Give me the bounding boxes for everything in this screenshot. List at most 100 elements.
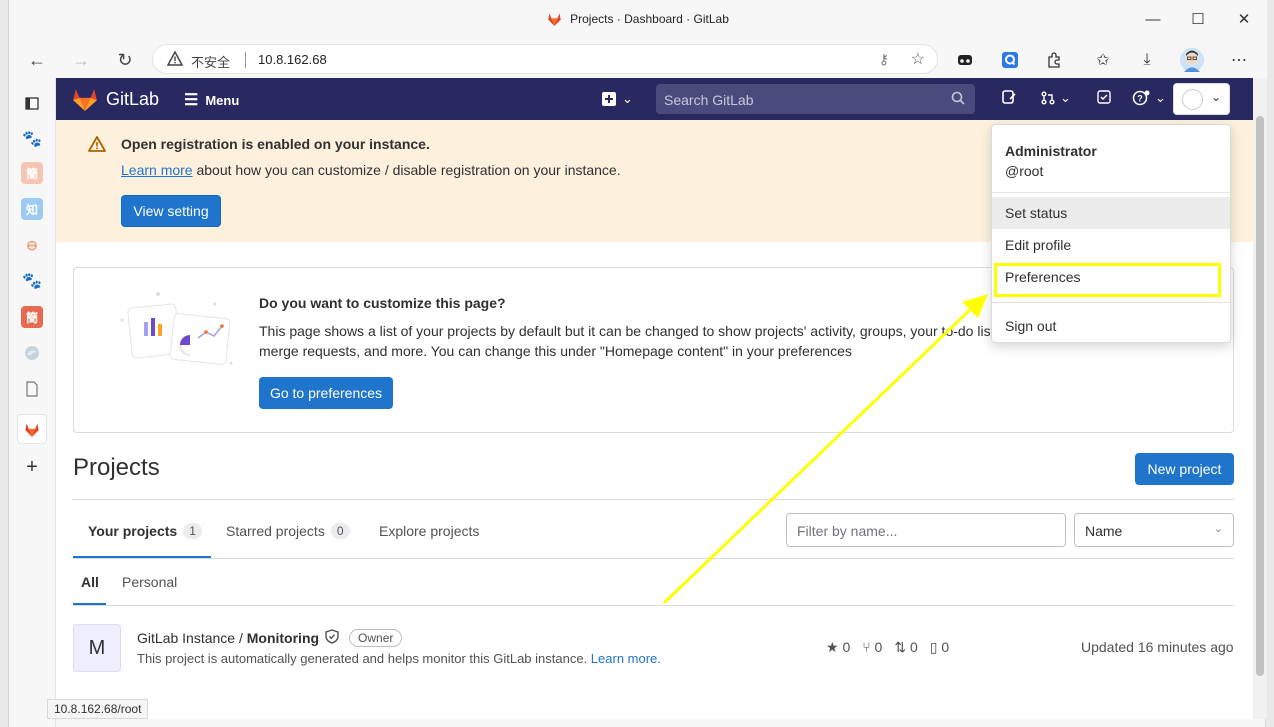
search-icon [951,91,965,110]
merge-request-icon [1041,91,1055,105]
warning-icon [88,136,106,157]
baidu-paw-icon[interactable]: 🐾 [21,128,43,150]
issues-icon: ▯ [929,639,938,655]
view-setting-button[interactable]: View setting [121,195,221,227]
tabs-icon[interactable] [21,92,43,114]
warning-icon[interactable] [166,50,184,72]
browser-sidebar: 🐾 簡 知 ⊖ 🐾 簡 + [9,78,56,727]
project-avatar[interactable]: M [73,624,121,672]
zhi-icon[interactable]: 知 [21,198,43,220]
forks-count[interactable]: ⑂ 0 [862,639,882,656]
gitlab-favicon-icon [547,12,562,29]
insecure-label: 不安全 [191,55,231,70]
fork-icon: ⑂ [862,639,871,655]
back-icon[interactable]: ← [23,46,51,74]
learn-more-link[interactable]: Learn more. [591,651,661,666]
avatar [1182,89,1203,110]
hamburger-icon: ☰ [184,92,199,109]
gitlab-brand[interactable]: GitLab [106,89,159,110]
more-icon[interactable]: ⋯ [1225,46,1253,74]
set-status-item[interactable]: Set status [992,197,1230,229]
issues-count[interactable]: ▯ 0 [930,639,949,656]
go-to-preferences-button[interactable]: Go to preferences [259,377,393,409]
window-title: Projects · Dashboard · GitLab [9,12,1267,29]
sort-dropdown[interactable]: Name ⌄ [1074,513,1234,547]
project-namespace: GitLab Instance / [137,630,247,646]
count-badge: 0 [330,523,350,539]
address-bar-row: ← → ↻ 不安全 10.8.162.68 ⚷ ☆ ✩ ⤓ ⋯ [9,40,1267,78]
tab-label: Your projects [88,523,178,539]
alert-body-text: about how you can customize / disable re… [192,162,621,178]
jian-icon[interactable]: 簡 [21,162,43,184]
help-icon: ? [1132,90,1150,106]
customize-title: Do you want to customize this page? [259,295,506,311]
issues-icon[interactable] [1002,90,1016,104]
minimize-button[interactable]: — [1130,8,1176,32]
collections-icon[interactable] [951,46,979,74]
tab-explore-projects[interactable]: Explore projects [379,523,479,539]
tab-label: Starred projects [226,523,325,539]
menu-label: Menu [205,92,240,108]
sort-value: Name [1085,523,1123,539]
subtab-all[interactable]: All [81,574,99,590]
profile-avatar-icon[interactable] [1178,46,1206,74]
learn-more-link[interactable]: Learn more [121,162,193,178]
maximize-button[interactable]: ☐ [1175,8,1221,32]
alert-body: Learn more about how you can customize /… [121,162,621,178]
close-button[interactable]: ✕ [1221,8,1267,32]
document-icon[interactable] [21,378,43,400]
jian-red-icon[interactable]: 簡 [21,306,43,328]
gitlab-icon[interactable] [17,414,47,444]
edit-profile-item[interactable]: Edit profile [992,229,1230,261]
tab-starred-projects[interactable]: Starred projects 0 [226,523,350,539]
forward-icon[interactable]: → [67,46,95,74]
merge-requests-count[interactable]: ⇅ 0 [894,639,917,656]
plus-square-icon [602,92,616,106]
extensions-icon[interactable] [1040,46,1068,74]
tab-your-projects[interactable]: Your projects 1 [88,523,202,539]
scrollbar-thumb[interactable] [1256,116,1264,676]
shield-icon [325,629,339,647]
favorites-icon[interactable]: ✩ [1089,46,1117,74]
project-full-name[interactable]: GitLab Instance / Monitoring [137,630,319,646]
sign-out-item[interactable]: Sign out [992,310,1230,342]
link-icon[interactable]: ⊖ [21,234,43,256]
page-scrollbar[interactable] [1253,78,1267,719]
new-project-button[interactable]: New project [1135,453,1234,485]
count-badge: 1 [183,523,202,539]
edge-icon[interactable] [21,342,43,364]
filter-by-name-input[interactable]: Filter by name... [786,513,1066,547]
chevron-down-icon: ⌄ [1155,90,1166,105]
star-icon: ★ [826,639,839,655]
help-button[interactable]: ? ⌄ [1132,90,1166,106]
address-bar[interactable]: 不安全 10.8.162.68 ⚷ ☆ [152,44,938,74]
divider [73,605,1234,606]
project-title[interactable]: GitLab Instance / Monitoring Owner [137,629,403,647]
page-title: Projects [73,454,160,481]
user-avatar-button[interactable]: ⌄ [1173,83,1230,115]
gitlab-navbar: GitLab ☰ Menu ⌄ Search GitLab ⌄ ? ⌄ ⌄ [56,78,1253,120]
extension-q-icon[interactable] [996,46,1024,74]
baidu-icon[interactable]: 🐾 [21,270,43,292]
user-dropdown-menu: Administrator @root Set status Edit prof… [991,124,1231,343]
merge-requests-button[interactable]: ⌄ [1041,90,1071,106]
subtab-personal[interactable]: Personal [122,574,177,590]
new-dropdown-button[interactable]: ⌄ [602,91,633,107]
role-badge: Owner [349,629,403,647]
add-icon[interactable]: + [21,456,43,478]
search-input[interactable]: Search GitLab [656,84,975,114]
stars-count[interactable]: ★ 0 [826,639,850,656]
search-placeholder: Search GitLab [664,92,754,108]
add-favorite-icon[interactable]: ☆ [911,49,925,69]
menu-button[interactable]: ☰ Menu [184,90,239,110]
key-icon[interactable]: ⚷ [879,51,889,68]
alert-title: Open registration is enabled on your ins… [121,136,430,152]
gitlab-logo-icon[interactable] [72,87,98,116]
refresh-icon[interactable]: ↻ [111,46,139,74]
downloads-icon[interactable]: ⤓ [1133,46,1161,74]
separator [245,52,246,68]
chevron-down-icon: ⌄ [1213,523,1223,535]
annotation-highlight-box [994,263,1221,297]
url-text[interactable]: 10.8.162.68 [258,52,327,67]
todo-icon[interactable] [1097,90,1111,104]
